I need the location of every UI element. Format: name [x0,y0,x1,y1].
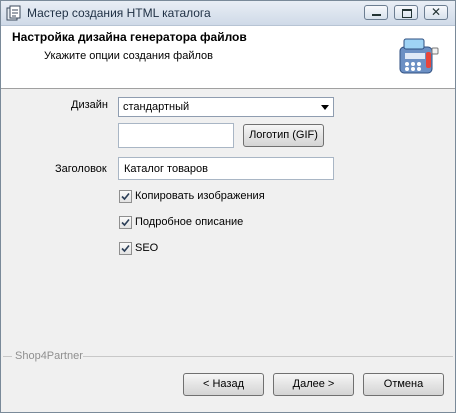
app-icon [6,5,21,21]
maximize-button[interactable] [394,5,418,20]
cancel-button[interactable]: Отмена [363,373,444,396]
minimize-button[interactable] [364,5,388,20]
close-button[interactable]: ✕ [424,5,448,20]
heading-input-value: Каталог товаров [124,163,208,175]
checkmark-icon [121,218,130,227]
window-title: Мастер создания HTML каталога [27,6,211,20]
close-icon: ✕ [430,5,442,19]
next-button[interactable]: Далее > [273,373,354,396]
seo-label[interactable]: SEO [135,242,158,254]
page-title: Настройка дизайна генератора файлов [12,30,247,44]
copy-images-checkbox[interactable] [119,190,132,203]
wizard-header: Настройка дизайна генератора файлов Укаж… [1,26,455,89]
design-select-value: стандартный [123,101,190,113]
page-subtitle: Укажите опции создания файлов [44,50,213,62]
brand-label: Shop4Partner [15,350,83,362]
checkmark-icon [121,192,130,201]
wizard-window: Мастер создания HTML каталога ✕ Настройк… [0,0,456,413]
detailed-description-checkbox[interactable] [119,216,132,229]
title-bar[interactable]: Мастер создания HTML каталога ✕ [1,1,455,26]
logo-path-input[interactable] [118,123,234,148]
seo-checkbox[interactable] [119,242,132,255]
heading-input[interactable]: Каталог товаров [118,157,334,180]
detailed-description-label[interactable]: Подробное описание [135,216,243,228]
separator-left [3,356,12,357]
checkmark-icon [121,244,130,253]
logo-button[interactable]: Логотип (GIF) [243,124,324,147]
back-button[interactable]: < Назад [183,373,264,396]
cash-register-icon [399,38,439,74]
separator-right [83,356,453,357]
chevron-down-icon [321,105,329,110]
copy-images-label[interactable]: Копировать изображения [135,190,265,202]
design-label: Дизайн [71,99,108,111]
design-select[interactable]: стандартный [118,97,334,117]
heading-label: Заголовок [55,163,107,175]
